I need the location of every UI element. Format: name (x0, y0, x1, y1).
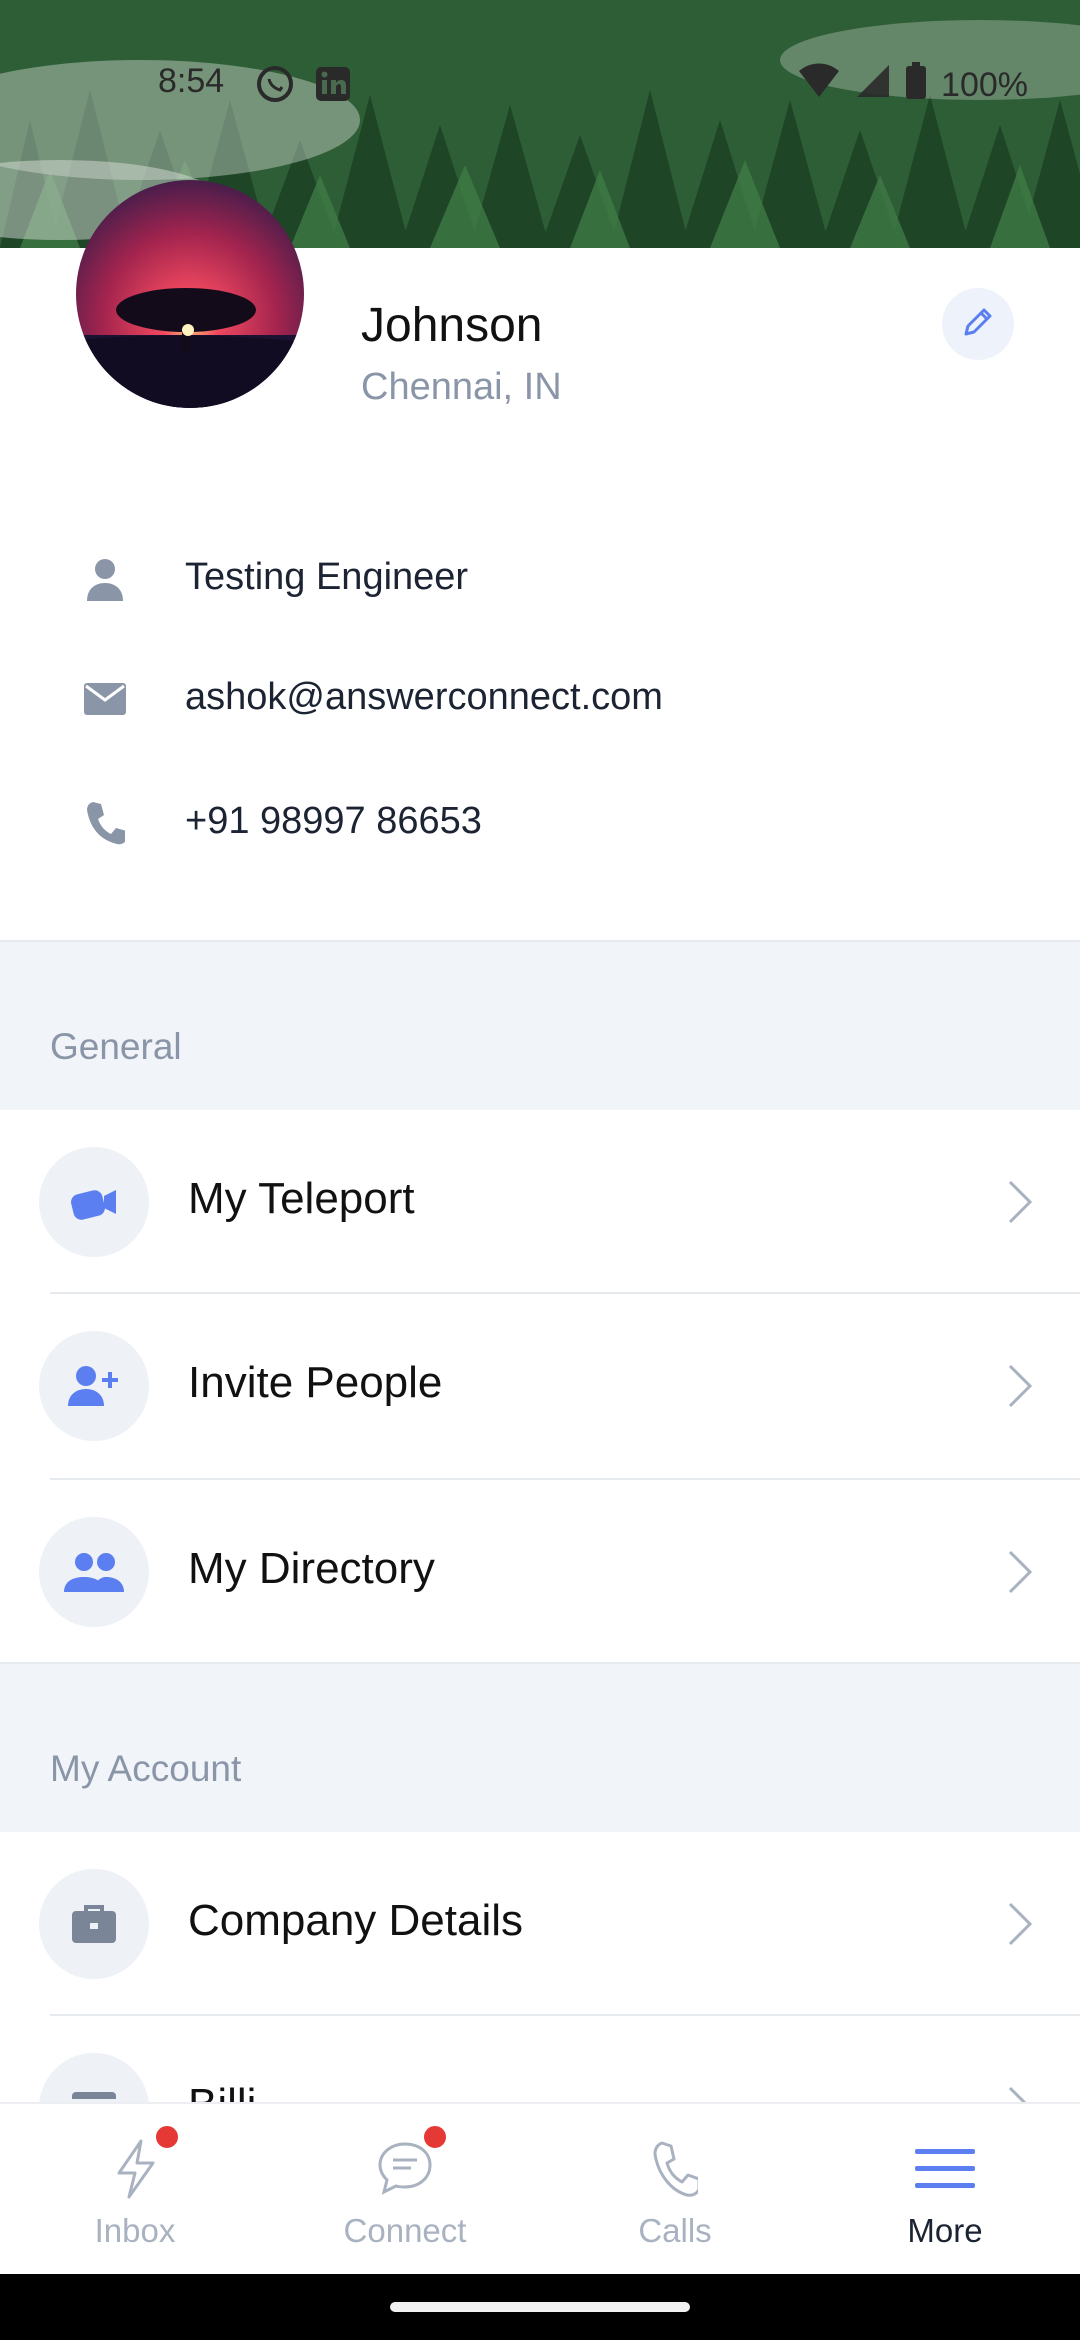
notification-badge (422, 2124, 448, 2150)
tab-inbox[interactable]: Inbox (0, 2104, 270, 2276)
add-person-icon (39, 1331, 149, 1441)
status-time: 8:54 (158, 62, 225, 100)
phone-icon (80, 798, 130, 848)
menu-item-label: Invite People (188, 1358, 443, 1407)
bottom-tab-bar: Inbox Connect Calls More (0, 2102, 1080, 2276)
info-row-phone[interactable]: +91 98997 86653 (0, 784, 1080, 864)
status-bar: 8:54 100% (0, 50, 1080, 116)
section-title: My Account (50, 1748, 242, 1789)
menu-item-my-directory[interactable]: My Directory (0, 1480, 1080, 1664)
phone-text: +91 98997 86653 (185, 800, 482, 842)
tab-calls[interactable]: Calls (540, 2104, 810, 2276)
tab-connect[interactable]: Connect (270, 2104, 540, 2276)
profile-location: Chennai, IN (361, 366, 562, 408)
section-title: General (50, 1026, 182, 1067)
signal-icon (855, 63, 891, 108)
whatsapp-icon (255, 64, 295, 113)
menu-item-label: My Directory (188, 1544, 435, 1593)
system-navigation-bar (0, 2274, 1080, 2340)
tab-label: More (907, 2212, 983, 2249)
people-icon (39, 1517, 149, 1627)
info-row-title: Testing Engineer (0, 540, 1080, 620)
battery-percent: 100% (941, 66, 1028, 104)
menu-item-label: Company Details (188, 1896, 524, 1945)
tab-label: Inbox (94, 2212, 176, 2249)
chevron-right-icon (1000, 1360, 1040, 1412)
pencil-icon (960, 304, 996, 345)
chevron-right-icon (1000, 1898, 1040, 1950)
avatar[interactable] (76, 180, 304, 408)
edit-profile-button[interactable] (942, 288, 1014, 360)
job-title: Testing Engineer (185, 556, 469, 598)
menu-icon (910, 2134, 980, 2204)
tab-label: Connect (343, 2212, 467, 2249)
briefcase-icon (39, 1869, 149, 1979)
chevron-right-icon (1000, 1176, 1040, 1228)
tab-more[interactable]: More (810, 2104, 1080, 2276)
notification-badge (154, 2124, 180, 2150)
menu-item-company-details[interactable]: Company Details (0, 1832, 1080, 2016)
profile-name: Johnson (361, 299, 543, 352)
teleport-icon (39, 1147, 149, 1257)
phone-icon (640, 2134, 710, 2204)
wifi-icon (797, 63, 841, 108)
menu-item-invite-people[interactable]: Invite People (0, 1294, 1080, 1478)
email-text: ashok@answerconnect.com (185, 676, 663, 718)
menu-item-my-teleport[interactable]: My Teleport (0, 1110, 1080, 1294)
linkedin-icon (313, 64, 353, 113)
tab-label: Calls (638, 2212, 712, 2249)
info-row-email[interactable]: ashok@answerconnect.com (0, 660, 1080, 740)
section-my-account: My Account (0, 1662, 1080, 1834)
chevron-right-icon (1000, 1546, 1040, 1598)
email-icon (80, 674, 130, 724)
battery-icon (905, 62, 927, 109)
home-indicator[interactable] (390, 2302, 690, 2312)
menu-item-label: My Teleport (188, 1174, 415, 1223)
person-icon (80, 554, 130, 604)
section-general: General (0, 940, 1080, 1112)
